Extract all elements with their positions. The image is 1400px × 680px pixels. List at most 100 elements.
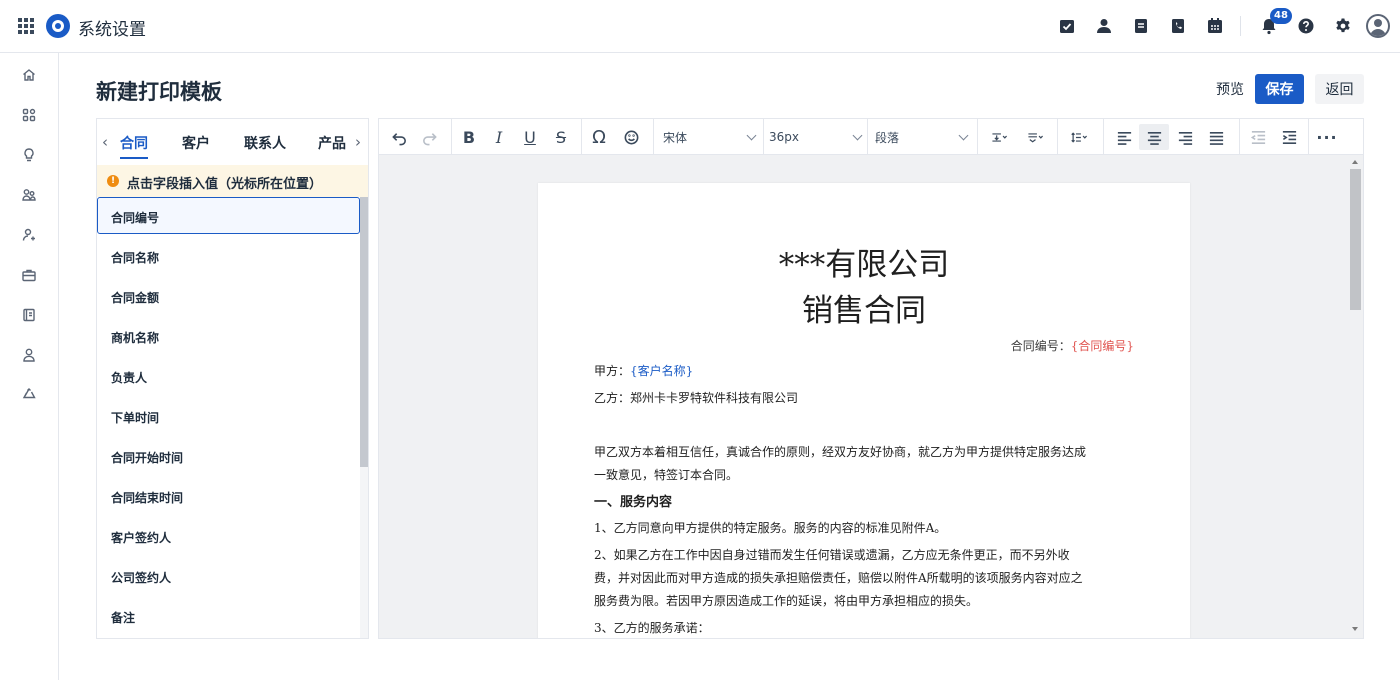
briefcase-icon[interactable]: [21, 267, 37, 283]
tab-product[interactable]: 产品: [318, 133, 346, 153]
field-item-start-time[interactable]: 合同开始时间: [97, 437, 360, 477]
toolbar-divider: [1239, 119, 1240, 155]
chevron-down-icon: [958, 130, 969, 141]
customers-icon[interactable]: [21, 187, 37, 203]
indent-icon[interactable]: [1274, 124, 1304, 150]
save-button[interactable]: 保存: [1255, 74, 1304, 104]
scrollbar-thumb[interactable]: [1350, 169, 1361, 310]
field-item-customer-signer[interactable]: 客户签约人: [97, 517, 360, 557]
insert-field-tip: ! 点击字段插入值（光标所在位置）: [97, 165, 368, 197]
tip-text: 点击字段插入值（光标所在位置）: [127, 177, 323, 192]
item1-line: 1、乙方同意向甲方提供的特定服务。服务的内容的标准见附件A。: [594, 521, 947, 535]
info-icon: !: [107, 175, 119, 187]
help-icon[interactable]: [1297, 17, 1315, 35]
section-service-content: 一、服务内容: [594, 495, 673, 510]
apps-grid-icon[interactable]: [18, 18, 34, 34]
app-title: 系统设置: [78, 20, 146, 40]
phone-book-icon[interactable]: [1169, 17, 1187, 35]
italic-icon[interactable]: I: [487, 124, 511, 150]
back-button[interactable]: 返回: [1315, 74, 1364, 104]
line-height-icon[interactable]: [1063, 124, 1095, 150]
emoji-icon[interactable]: [619, 124, 643, 150]
field-item-contract-amount[interactable]: 合同金额: [97, 277, 360, 317]
top-icons: 48: [1039, 8, 1390, 40]
undo-icon[interactable]: [387, 124, 411, 150]
bold-icon[interactable]: B: [457, 124, 481, 150]
contract-no-line: 合同编号：{合同编号}: [1011, 337, 1134, 354]
item2-line3: 服务费为限。若因甲方原因造成工作的延误，将由甲方承担相应的损失。: [594, 594, 979, 608]
line-spacing-list-icon[interactable]: [1019, 124, 1051, 150]
font-size-value: 36px: [769, 130, 799, 144]
preview-button[interactable]: 预览: [1207, 75, 1253, 103]
tab-prev-chevron-icon[interactable]: ‹: [102, 133, 108, 151]
top-bar: 系统设置 48: [0, 0, 1400, 53]
calendar-icon[interactable]: [1206, 17, 1224, 35]
doc-title-line2: 销售合同: [802, 293, 926, 329]
align-center-icon[interactable]: [1139, 124, 1169, 150]
party-b-line: 乙方：郑州卡卡罗特软件科技有限公司: [594, 391, 799, 405]
underline-icon[interactable]: U: [518, 124, 542, 150]
align-right-icon[interactable]: [1170, 124, 1200, 150]
home-icon[interactable]: [21, 67, 37, 83]
redo-icon[interactable]: [417, 124, 441, 150]
field-panel: ‹ 合同 客户 联系人 产品 › ! 点击字段插入值（光标所在位置） 合同编号 …: [96, 118, 369, 639]
field-list: 合同编号 合同名称 合同金额 商机名称 负责人 下单时间 合同开始时间 合同结束…: [97, 197, 360, 637]
tab-next-chevron-icon[interactable]: ›: [355, 133, 361, 151]
editor-canvas: ***有限公司 销售合同 合同编号：{合同编号} 甲方：{客户名称} 乙方：郑州…: [379, 155, 1363, 638]
contract-book-icon[interactable]: [21, 307, 37, 323]
outdent-icon[interactable]: [1243, 124, 1273, 150]
document-page[interactable]: ***有限公司 销售合同 合同编号：{合同编号} 甲方：{客户名称} 乙方：郑州…: [538, 183, 1190, 638]
align-justify-icon[interactable]: [1201, 124, 1231, 150]
user-icon[interactable]: [1095, 17, 1113, 35]
field-item-remark[interactable]: 备注: [97, 597, 360, 637]
contract-no-placeholder[interactable]: {合同编号}: [1071, 339, 1134, 353]
party-a-placeholder[interactable]: {客户名称}: [630, 364, 693, 378]
align-left-icon[interactable]: [1109, 124, 1139, 150]
block-type-select[interactable]: 段落: [875, 124, 969, 150]
tab-customer[interactable]: 客户: [182, 133, 210, 153]
field-list-scrollbar[interactable]: [360, 197, 368, 638]
scrollbar-thumb[interactable]: [360, 197, 368, 467]
toolbar-divider: [1103, 119, 1104, 155]
field-item-contract-name[interactable]: 合同名称: [97, 237, 360, 277]
notification-bell-icon[interactable]: 48: [1260, 8, 1292, 35]
toolbar-divider: [1308, 119, 1309, 155]
field-item-company-signer[interactable]: 公司签约人: [97, 557, 360, 597]
field-item-owner[interactable]: 负责人: [97, 357, 360, 397]
field-item-end-time[interactable]: 合同结束时间: [97, 477, 360, 517]
contract-no-label: 合同编号：: [1010, 339, 1071, 353]
tab-contact[interactable]: 联系人: [244, 133, 286, 153]
recycle-icon[interactable]: [21, 387, 37, 403]
field-item-contract-no[interactable]: 合同编号: [97, 197, 360, 234]
scroll-down-arrow-icon[interactable]: [1352, 627, 1358, 631]
more-options-icon[interactable]: ···: [1312, 124, 1342, 150]
settings-gear-icon[interactable]: [1334, 17, 1352, 35]
chevron-down-icon: [852, 130, 863, 141]
task-check-icon[interactable]: [1058, 17, 1076, 35]
scroll-up-arrow-icon[interactable]: [1352, 160, 1358, 164]
special-char-omega-icon[interactable]: Ω: [587, 124, 611, 150]
party-a-label: 甲方：: [594, 364, 631, 378]
toolbar-divider: [867, 119, 868, 155]
field-item-opportunity-name[interactable]: 商机名称: [97, 317, 360, 357]
user-avatar[interactable]: [1366, 14, 1390, 38]
font-size-select[interactable]: 36px: [769, 124, 863, 150]
page-title: 新建打印模板: [96, 80, 222, 104]
font-family-select[interactable]: 宋体: [663, 124, 757, 150]
item2-line1: 2、如果乙方在工作中因自身过错而发生任何错误或遗漏，乙方应无条件更正，而不另外收: [594, 548, 1070, 562]
block-type-value: 段落: [875, 130, 900, 145]
lightbulb-icon[interactable]: [21, 147, 37, 163]
toolbar-divider: [581, 119, 582, 155]
strikethrough-icon[interactable]: S: [549, 124, 573, 150]
person-icon[interactable]: [21, 347, 37, 363]
editor-scrollbar[interactable]: [1347, 155, 1363, 638]
tab-contract[interactable]: 合同: [120, 133, 148, 159]
chevron-down-icon: [746, 130, 757, 141]
field-item-order-time[interactable]: 下单时间: [97, 397, 360, 437]
dashboard-grid-icon[interactable]: [21, 107, 37, 123]
document-icon[interactable]: [1132, 17, 1150, 35]
vertical-align-icon[interactable]: [983, 124, 1015, 150]
contacts-icon[interactable]: [21, 227, 37, 243]
toolbar-divider: [653, 119, 654, 155]
item2-line2: 费，并对因此而对甲方造成的损失承担赔偿责任，赔偿以附件A所载明的该项服务内容对应…: [594, 571, 1083, 585]
